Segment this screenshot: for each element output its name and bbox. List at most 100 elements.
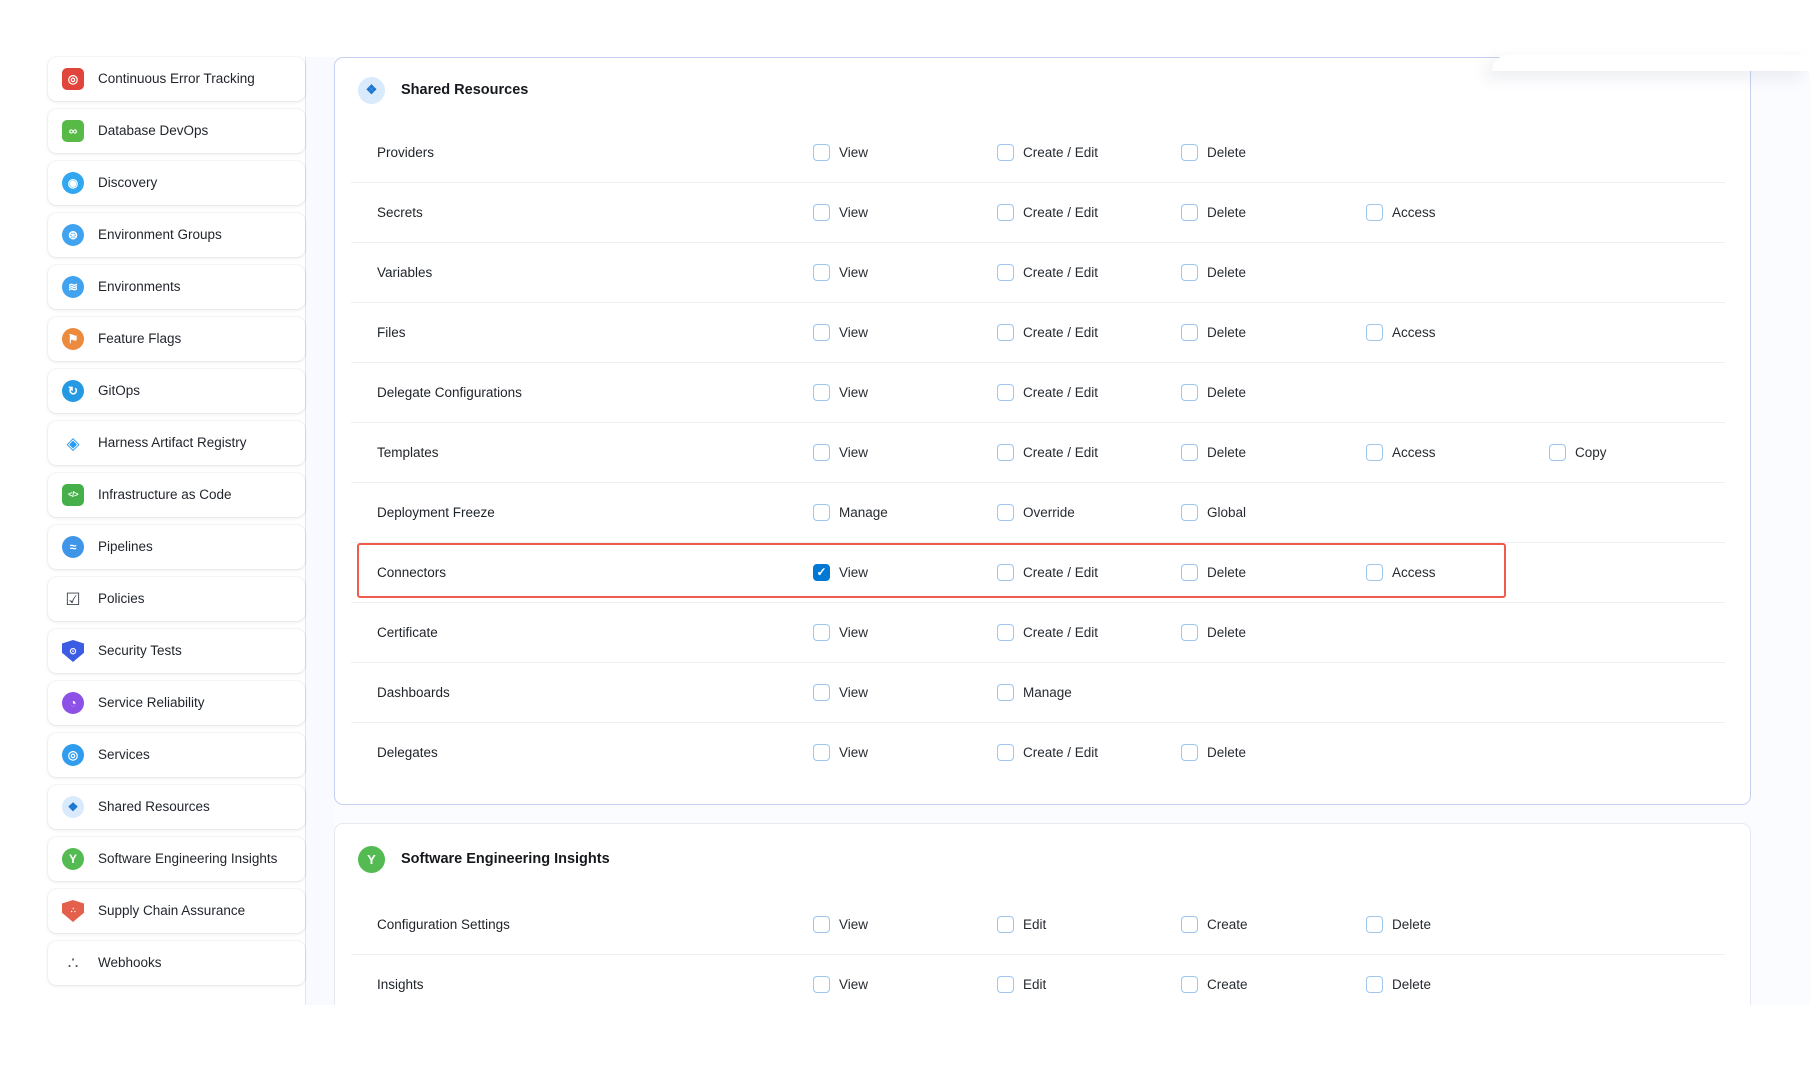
permission-label[interactable]: Delete xyxy=(1207,265,1246,280)
view-checkbox[interactable] xyxy=(813,324,830,341)
permission-label[interactable]: Edit xyxy=(1023,977,1046,992)
permission-label[interactable]: View xyxy=(839,565,868,580)
permission-label[interactable]: Access xyxy=(1392,205,1436,220)
copy-checkbox[interactable] xyxy=(1549,444,1566,461)
permission-label[interactable]: Create / Edit xyxy=(1023,745,1098,760)
view-checkbox[interactable] xyxy=(813,684,830,701)
view-checkbox[interactable] xyxy=(813,916,830,933)
sidebar-item-security-tests[interactable]: ⊙Security Tests xyxy=(48,629,305,673)
permission-label[interactable]: Manage xyxy=(1023,685,1072,700)
sidebar-item-continuous-error-tracking[interactable]: ◎Continuous Error Tracking xyxy=(48,57,305,101)
permission-label[interactable]: Delete xyxy=(1392,917,1431,932)
access-checkbox[interactable] xyxy=(1366,444,1383,461)
permission-label[interactable]: Delete xyxy=(1207,325,1246,340)
create-edit-checkbox[interactable] xyxy=(997,324,1014,341)
permission-label[interactable]: View xyxy=(839,685,868,700)
permission-label[interactable]: Delete xyxy=(1207,745,1246,760)
permission-label[interactable]: Delete xyxy=(1392,977,1431,992)
delete-checkbox[interactable] xyxy=(1181,204,1198,221)
permission-label[interactable]: View xyxy=(839,385,868,400)
sidebar-item-software-engineering-insights[interactable]: YSoftware Engineering Insights xyxy=(48,837,305,881)
view-checkbox[interactable] xyxy=(813,564,830,581)
access-checkbox[interactable] xyxy=(1366,204,1383,221)
delete-checkbox[interactable] xyxy=(1366,916,1383,933)
create-edit-checkbox[interactable] xyxy=(997,564,1014,581)
access-checkbox[interactable] xyxy=(1366,324,1383,341)
view-checkbox[interactable] xyxy=(813,444,830,461)
create-checkbox[interactable] xyxy=(1181,976,1198,993)
create-edit-checkbox[interactable] xyxy=(997,264,1014,281)
permission-label[interactable]: Create / Edit xyxy=(1023,625,1098,640)
permission-label[interactable]: Delete xyxy=(1207,145,1246,160)
permission-label[interactable]: View xyxy=(839,265,868,280)
global-checkbox[interactable] xyxy=(1181,504,1198,521)
delete-checkbox[interactable] xyxy=(1181,444,1198,461)
delete-checkbox[interactable] xyxy=(1181,384,1198,401)
create-edit-checkbox[interactable] xyxy=(997,624,1014,641)
create-edit-checkbox[interactable] xyxy=(997,744,1014,761)
delete-checkbox[interactable] xyxy=(1181,624,1198,641)
permission-label[interactable]: Access xyxy=(1392,445,1436,460)
delete-checkbox[interactable] xyxy=(1181,324,1198,341)
create-edit-checkbox[interactable] xyxy=(997,204,1014,221)
permission-label[interactable]: Create xyxy=(1207,917,1248,932)
sidebar-item-discovery[interactable]: ◉Discovery xyxy=(48,161,305,205)
view-checkbox[interactable] xyxy=(813,976,830,993)
sidebar-item-services[interactable]: ◎Services xyxy=(48,733,305,777)
permission-label[interactable]: View xyxy=(839,145,868,160)
permission-label[interactable]: Delete xyxy=(1207,205,1246,220)
permission-label[interactable]: Create / Edit xyxy=(1023,145,1098,160)
delete-checkbox[interactable] xyxy=(1366,976,1383,993)
sidebar-item-webhooks[interactable]: ∴Webhooks xyxy=(48,941,305,985)
view-checkbox[interactable] xyxy=(813,624,830,641)
sidebar-item-database-devops[interactable]: ∞Database DevOps xyxy=(48,109,305,153)
permission-label[interactable]: View xyxy=(839,625,868,640)
view-checkbox[interactable] xyxy=(813,744,830,761)
permission-label[interactable]: Create / Edit xyxy=(1023,205,1098,220)
manage-checkbox[interactable] xyxy=(813,504,830,521)
permission-label[interactable]: Manage xyxy=(839,505,888,520)
sidebar-item-service-reliability[interactable]: ◔Service Reliability xyxy=(48,681,305,725)
sidebar-item-infrastructure-as-code[interactable]: </>Infrastructure as Code xyxy=(48,473,305,517)
sidebar-item-gitops[interactable]: ↻GitOps xyxy=(48,369,305,413)
create-checkbox[interactable] xyxy=(1181,916,1198,933)
create-edit-checkbox[interactable] xyxy=(997,444,1014,461)
permission-label[interactable]: Create / Edit xyxy=(1023,565,1098,580)
permission-label[interactable]: Create / Edit xyxy=(1023,325,1098,340)
sidebar-item-harness-artifact-registry[interactable]: ◈Harness Artifact Registry xyxy=(48,421,305,465)
permission-label[interactable]: Create / Edit xyxy=(1023,385,1098,400)
permission-label[interactable]: Copy xyxy=(1575,445,1607,460)
sidebar-item-policies[interactable]: ☑Policies xyxy=(48,577,305,621)
permission-label[interactable]: View xyxy=(839,445,868,460)
permission-label[interactable]: Delete xyxy=(1207,565,1246,580)
create-edit-checkbox[interactable] xyxy=(997,384,1014,401)
manage-checkbox[interactable] xyxy=(997,684,1014,701)
permission-label[interactable]: Create / Edit xyxy=(1023,445,1098,460)
permission-label[interactable]: Create / Edit xyxy=(1023,265,1098,280)
permission-label[interactable]: View xyxy=(839,745,868,760)
permission-label[interactable]: View xyxy=(839,917,868,932)
sidebar-item-environment-groups[interactable]: ⊛Environment Groups xyxy=(48,213,305,257)
permission-label[interactable]: View xyxy=(839,325,868,340)
sidebar-item-shared-resources[interactable]: ❖Shared Resources xyxy=(48,785,305,829)
permission-label[interactable]: Delete xyxy=(1207,445,1246,460)
sidebar-item-environments[interactable]: ≋Environments xyxy=(48,265,305,309)
delete-checkbox[interactable] xyxy=(1181,264,1198,281)
access-checkbox[interactable] xyxy=(1366,564,1383,581)
sidebar-item-supply-chain-assurance[interactable]: ∴Supply Chain Assurance xyxy=(48,889,305,933)
view-checkbox[interactable] xyxy=(813,144,830,161)
view-checkbox[interactable] xyxy=(813,204,830,221)
delete-checkbox[interactable] xyxy=(1181,564,1198,581)
edit-checkbox[interactable] xyxy=(997,916,1014,933)
delete-checkbox[interactable] xyxy=(1181,144,1198,161)
create-edit-checkbox[interactable] xyxy=(997,144,1014,161)
permission-label[interactable]: Create xyxy=(1207,977,1248,992)
permission-label[interactable]: Override xyxy=(1023,505,1075,520)
permission-label[interactable]: Delete xyxy=(1207,385,1246,400)
override-checkbox[interactable] xyxy=(997,504,1014,521)
permission-label[interactable]: Edit xyxy=(1023,917,1046,932)
sidebar-item-pipelines[interactable]: ≈Pipelines xyxy=(48,525,305,569)
permission-label[interactable]: Global xyxy=(1207,505,1246,520)
permission-label[interactable]: Access xyxy=(1392,565,1436,580)
edit-checkbox[interactable] xyxy=(997,976,1014,993)
